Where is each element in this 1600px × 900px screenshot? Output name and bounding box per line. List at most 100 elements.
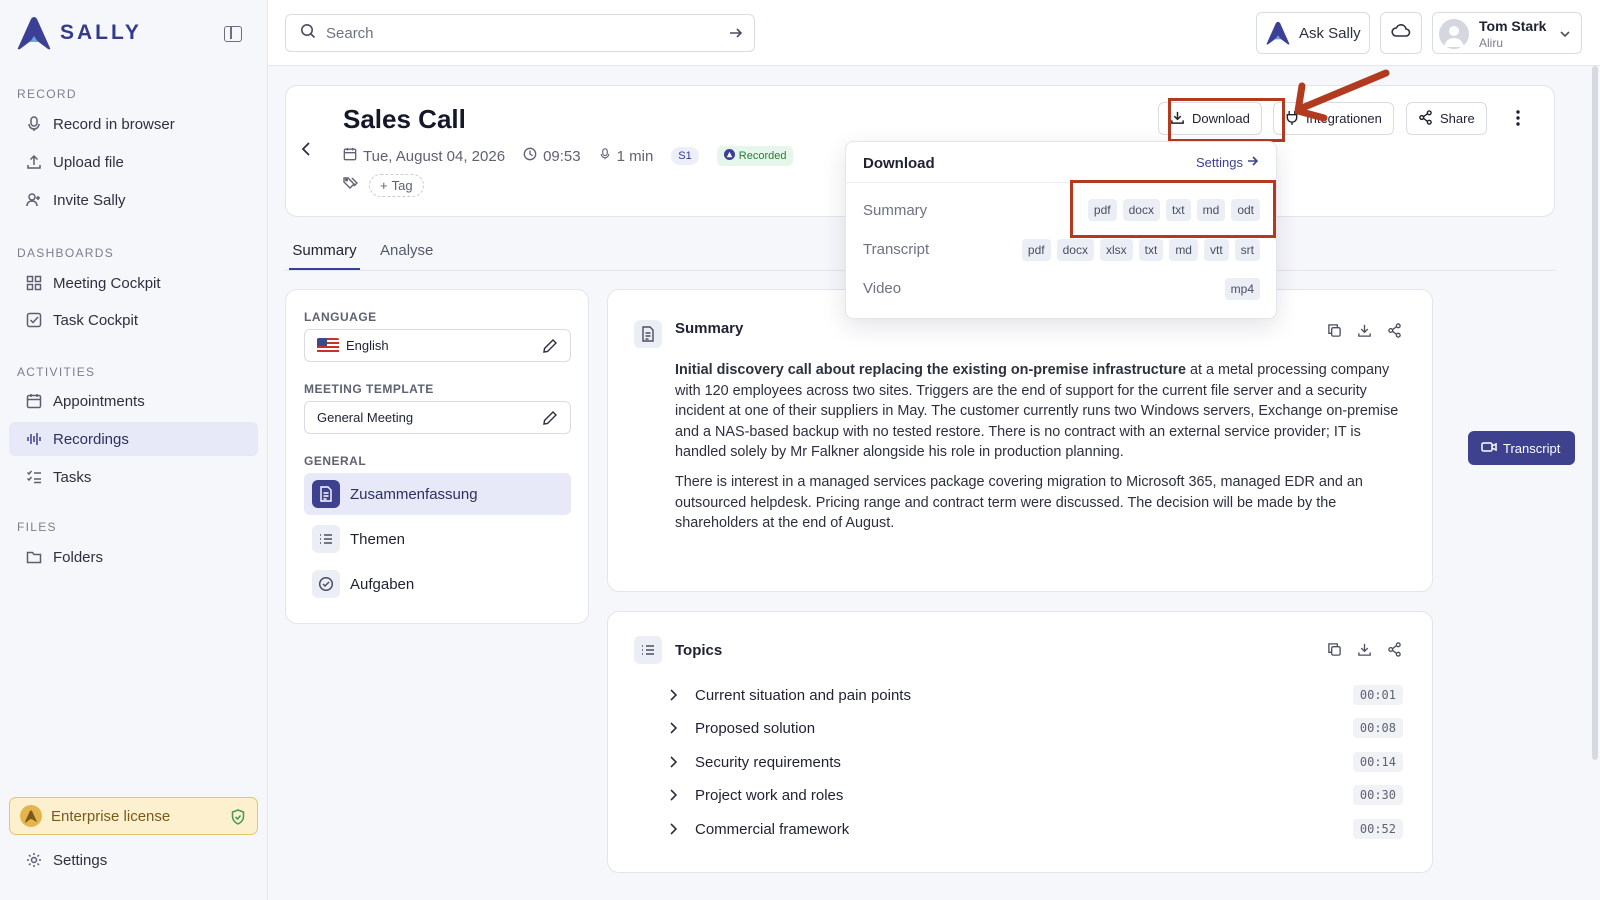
nav-label: Tasks: [53, 468, 92, 486]
share-icon[interactable]: [1387, 323, 1402, 343]
plus-icon: +: [380, 178, 388, 193]
search-icon: [300, 23, 316, 44]
template-select[interactable]: General Meeting: [304, 401, 571, 434]
topic-timestamp[interactable]: 00:30: [1352, 785, 1403, 805]
more-options-icon[interactable]: [1516, 110, 1520, 131]
chevron-down-icon: [1559, 27, 1571, 45]
page-scrollbar[interactable]: [1592, 66, 1598, 760]
cloud-icon: [1391, 23, 1411, 44]
topic-timestamp[interactable]: 00:01: [1352, 685, 1403, 705]
cloud-sync-button[interactable]: [1380, 12, 1422, 54]
general-item-aufgaben[interactable]: Aufgaben: [304, 563, 571, 605]
brand-name: SALLY: [60, 21, 142, 44]
share-button[interactable]: Share: [1406, 102, 1487, 135]
nav-upload-file[interactable]: Upload file: [9, 145, 258, 179]
avatar: [1439, 19, 1469, 49]
topic-row[interactable]: Commercial framework 00:52: [663, 815, 1403, 843]
format-chip[interactable]: pdf: [1021, 239, 1051, 261]
video-camera-icon: [1481, 441, 1497, 456]
nav-invite-sally[interactable]: Invite Sally: [9, 183, 258, 217]
search-input[interactable]: [326, 24, 716, 42]
speaker-chip[interactable]: S1: [671, 147, 699, 165]
nav-settings[interactable]: Settings: [9, 843, 258, 877]
topic-timestamp[interactable]: 00:14: [1352, 752, 1403, 772]
enterprise-license-banner[interactable]: Enterprise license: [9, 797, 258, 835]
user-menu[interactable]: Tom Stark Aliru: [1432, 12, 1582, 54]
nav-tasks[interactable]: Tasks: [9, 460, 258, 494]
format-chip[interactable]: xlsx: [1099, 239, 1133, 261]
nav-label: Record in browser: [53, 115, 175, 133]
back-chevron-icon[interactable]: [300, 141, 314, 162]
general-item-themen[interactable]: Themen: [304, 518, 571, 560]
copy-icon[interactable]: [1327, 642, 1342, 662]
summary-paragraph-1: Initial discovery call about replacing t…: [675, 360, 1405, 463]
status-badge: Recorded: [716, 146, 794, 166]
nav-appointments[interactable]: Appointments: [9, 384, 258, 418]
general-item-label: Themen: [350, 530, 406, 548]
meeting-meta: Tue, August 04, 2026 09:53 1 min S1 Reco…: [343, 146, 794, 166]
license-label: Enterprise license: [51, 807, 171, 825]
section-label-activities: ACTIVITIES: [17, 365, 96, 379]
date-text: Tue, August 04, 2026: [363, 147, 506, 165]
download-icon[interactable]: [1357, 323, 1372, 343]
sally-logo-icon: [1266, 21, 1290, 45]
format-chip[interactable]: docx: [1056, 239, 1094, 261]
search-bar[interactable]: [285, 14, 755, 52]
nav-label: Folders: [53, 548, 104, 566]
copy-icon[interactable]: [1327, 323, 1342, 343]
transcript-label: Transcript: [1503, 440, 1561, 456]
nav-meeting-cockpit[interactable]: Meeting Cockpit: [9, 266, 258, 300]
nav-recordings[interactable]: Recordings: [9, 422, 258, 456]
language-label: LANGUAGE: [304, 310, 377, 324]
duration-text: 1 min: [616, 147, 654, 165]
arrow-right-icon[interactable]: [728, 25, 744, 46]
pencil-icon[interactable]: [542, 410, 558, 429]
language-value: English: [346, 338, 389, 353]
language-select[interactable]: English: [304, 329, 571, 362]
topic-row[interactable]: Current situation and pain points 00:01: [663, 681, 1403, 709]
nav-label: Settings: [53, 851, 108, 869]
topics-card-actions: [1327, 642, 1402, 662]
topic-row[interactable]: Security requirements 00:14: [663, 748, 1403, 776]
tab-analyse[interactable]: Analyse: [380, 242, 433, 268]
nav-record-in-browser[interactable]: Record in browser: [9, 107, 258, 141]
topic-timestamp[interactable]: 00:08: [1352, 718, 1403, 738]
topic-row[interactable]: Project work and roles 00:30: [663, 781, 1403, 809]
add-tag-button[interactable]: + Tag: [369, 174, 424, 197]
download-icon[interactable]: [1357, 642, 1372, 662]
general-label: GENERAL: [304, 454, 367, 468]
video-formats: mp4: [1224, 278, 1260, 300]
format-chip[interactable]: md: [1169, 239, 1198, 261]
format-chip[interactable]: txt: [1138, 239, 1164, 261]
checklist-icon: [25, 468, 43, 486]
download-settings-link[interactable]: Settings: [1196, 155, 1259, 170]
summary-settings-panel: LANGUAGE English MEETING TEMPLATE Genera…: [285, 289, 589, 624]
summary-text: Initial discovery call about replacing t…: [675, 360, 1405, 543]
section-label-record: RECORD: [17, 87, 77, 101]
nav-folders[interactable]: Folders: [9, 540, 258, 574]
nav-task-cockpit[interactable]: Task Cockpit: [9, 303, 258, 337]
status-text: Recorded: [738, 150, 787, 162]
format-chip[interactable]: srt: [1234, 239, 1260, 261]
general-item-zusammenfassung[interactable]: Zusammenfassung: [304, 473, 571, 515]
ask-sally-button[interactable]: Ask Sally: [1256, 12, 1370, 54]
topic-label: Commercial framework: [695, 820, 850, 838]
format-chip[interactable]: vtt: [1203, 239, 1229, 261]
pencil-icon[interactable]: [542, 338, 558, 357]
transcript-formats: pdf docx xlsx txt md vtt srt: [1021, 239, 1260, 261]
general-item-label: Aufgaben: [350, 575, 415, 593]
chevron-right-icon: [663, 756, 683, 768]
user-name: Tom Stark: [1479, 18, 1547, 34]
share-icon[interactable]: [1387, 642, 1402, 662]
topic-timestamp[interactable]: 00:52: [1352, 819, 1403, 839]
tab-summary[interactable]: Summary: [289, 242, 360, 270]
check-circle-icon: [312, 570, 340, 598]
page-title: Sales Call: [343, 104, 466, 134]
format-chip[interactable]: mp4: [1224, 278, 1260, 300]
settings-link-label: Settings: [1196, 155, 1243, 170]
sally-logo[interactable]: SALLY: [16, 16, 142, 50]
download-highlight-box: [1168, 98, 1285, 142]
collapse-sidebar-icon[interactable]: [224, 26, 242, 42]
transcript-button[interactable]: Transcript: [1468, 431, 1575, 465]
topic-row[interactable]: Proposed solution 00:08: [663, 714, 1403, 742]
